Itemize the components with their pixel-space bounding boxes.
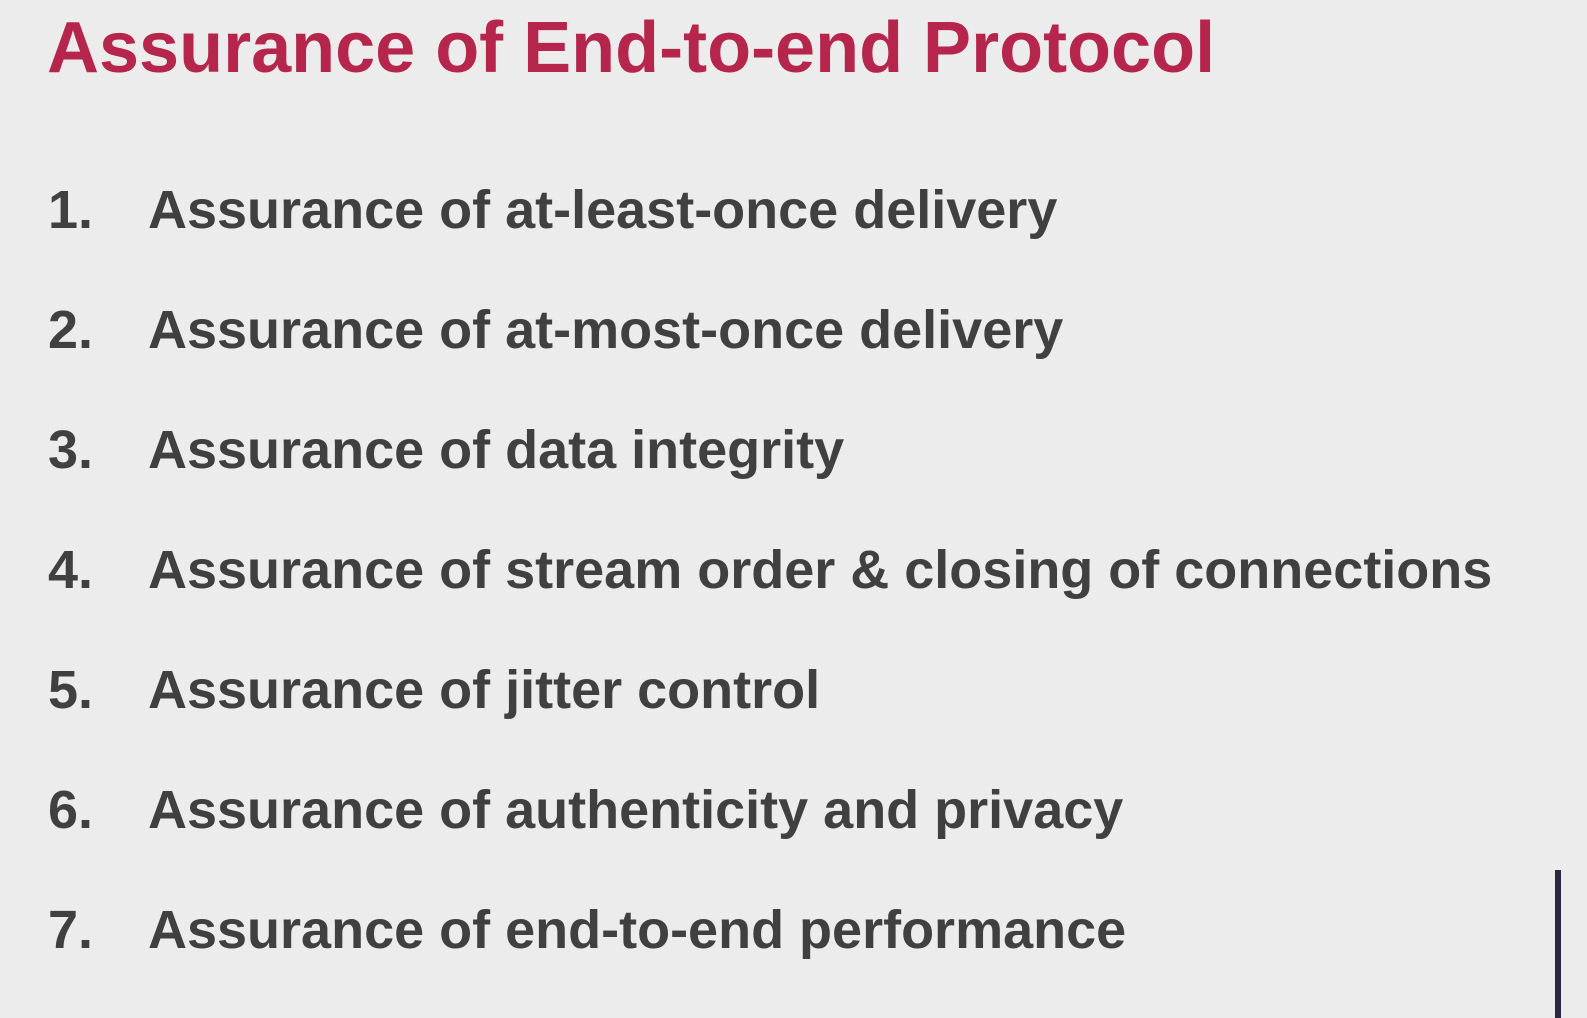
list-item: 6. Assurance of authenticity and privacy [0, 750, 1587, 870]
list-item: 7. Assurance of end-to-end performance [0, 870, 1587, 990]
list-item-text: Assurance of at-most-once delivery [148, 300, 1064, 360]
list-item: 2. Assurance of at-most-once delivery [0, 270, 1587, 390]
list-item-text: Assurance of jitter control [148, 660, 821, 720]
list-item-number: 5. [48, 660, 94, 720]
edge-bar [1555, 870, 1561, 1018]
list-item: 1. Assurance of at-least-once delivery [0, 150, 1587, 270]
list-item-text: Assurance of authenticity and privacy [148, 780, 1124, 840]
list-item-text: Assurance of data integrity [148, 420, 845, 480]
list-item-number: 7. [48, 900, 94, 960]
list-item: 3. Assurance of data integrity [0, 390, 1587, 510]
list-item: 5. Assurance of jitter control [0, 630, 1587, 750]
list-item-number: 1. [48, 180, 94, 240]
list-item-number: 6. [48, 780, 94, 840]
list-item-number: 4. [48, 540, 94, 600]
list-item-text: Assurance of end-to-end performance [148, 900, 1127, 960]
list-item-number: 3. [48, 420, 94, 480]
list-item-number: 2. [48, 300, 94, 360]
list-item: 4. Assurance of stream order & closing o… [0, 510, 1587, 630]
list-item-text: Assurance of at-least-once delivery [148, 180, 1058, 240]
slide-title: Assurance of End-to-end Protocol [47, 8, 1216, 88]
list-item-text: Assurance of stream order & closing of c… [148, 540, 1493, 600]
